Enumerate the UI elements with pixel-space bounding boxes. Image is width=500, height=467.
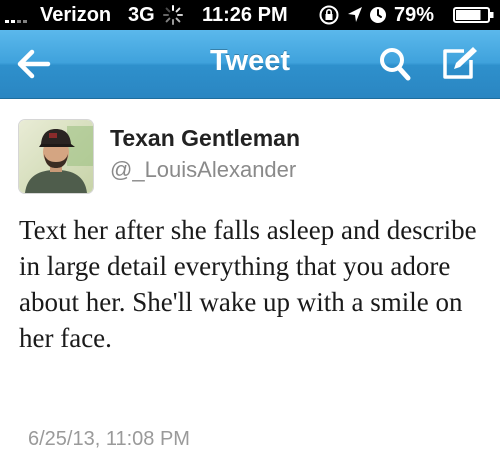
battery-icon (453, 7, 494, 23)
compose-icon[interactable] (440, 44, 480, 82)
alarm-icon (370, 7, 386, 23)
page-title: Tweet (209, 45, 291, 77)
user-handle[interactable]: @_LouisAlexander (110, 156, 296, 184)
nav-bar: Tweet (0, 30, 500, 99)
tweet-text: Text her after she falls asleep and desc… (19, 215, 477, 353)
status-bar: Verizon 3G 11:26 PM 79% (0, 0, 500, 30)
tweet-timestamp: 6/25/13, 11:08 PM (28, 428, 190, 450)
carrier-name: Verizon (40, 4, 112, 26)
search-icon[interactable] (378, 46, 412, 82)
location-icon (348, 7, 362, 22)
activity-icon (163, 5, 183, 25)
avatar[interactable] (19, 120, 93, 193)
tweet-screen: Verizon 3G 11:26 PM 79% Tweet Texan Gent… (0, 0, 500, 467)
signal-icon (5, 15, 31, 23)
rotation-lock-icon (319, 5, 339, 25)
display-name[interactable]: Texan Gentleman (110, 124, 300, 152)
network-type: 3G (128, 4, 155, 26)
battery-percent: 79% (394, 4, 435, 26)
status-time: 11:26 PM (202, 4, 288, 26)
